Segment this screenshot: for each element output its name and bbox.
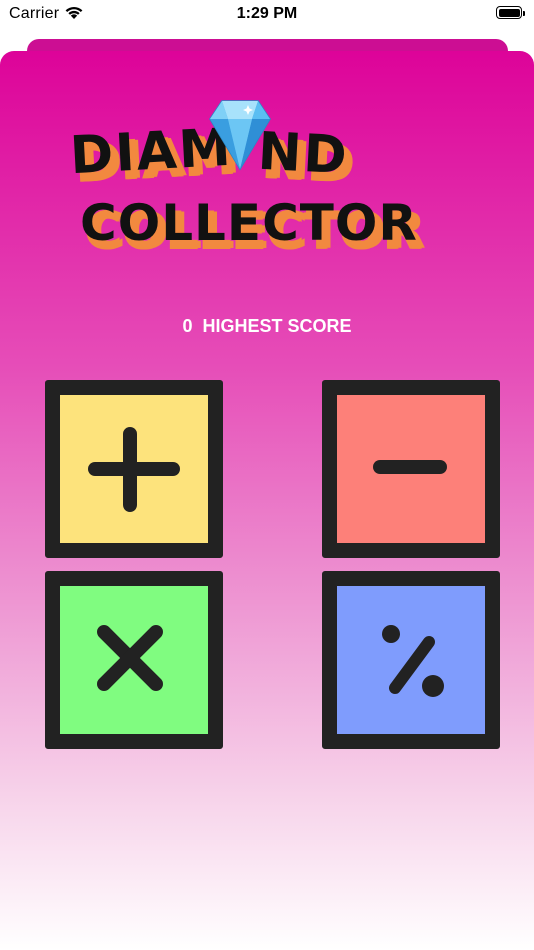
plus-icon bbox=[88, 427, 180, 512]
game-logo: DIAM ND COLLECTOR bbox=[50, 88, 490, 263]
subtraction-button[interactable] bbox=[322, 380, 500, 558]
division-button[interactable] bbox=[322, 571, 500, 749]
status-bar: Carrier 1:29 PM bbox=[0, 0, 534, 30]
addition-button[interactable] bbox=[45, 380, 223, 558]
minus-icon bbox=[373, 460, 447, 474]
times-icon bbox=[97, 625, 163, 691]
multiplication-button[interactable] bbox=[45, 571, 223, 749]
highest-score: 0 HIGHEST SCORE bbox=[0, 316, 534, 337]
percent-icon bbox=[382, 625, 444, 697]
score-label: HIGHEST SCORE bbox=[202, 316, 352, 336]
clock-time: 1:29 PM bbox=[236, 5, 298, 22]
score-value: 0 bbox=[182, 316, 193, 336]
battery-icon bbox=[496, 6, 525, 19]
logo-word-nd: ND bbox=[256, 121, 351, 187]
logo-word-collector: COLLECTOR bbox=[80, 194, 418, 252]
